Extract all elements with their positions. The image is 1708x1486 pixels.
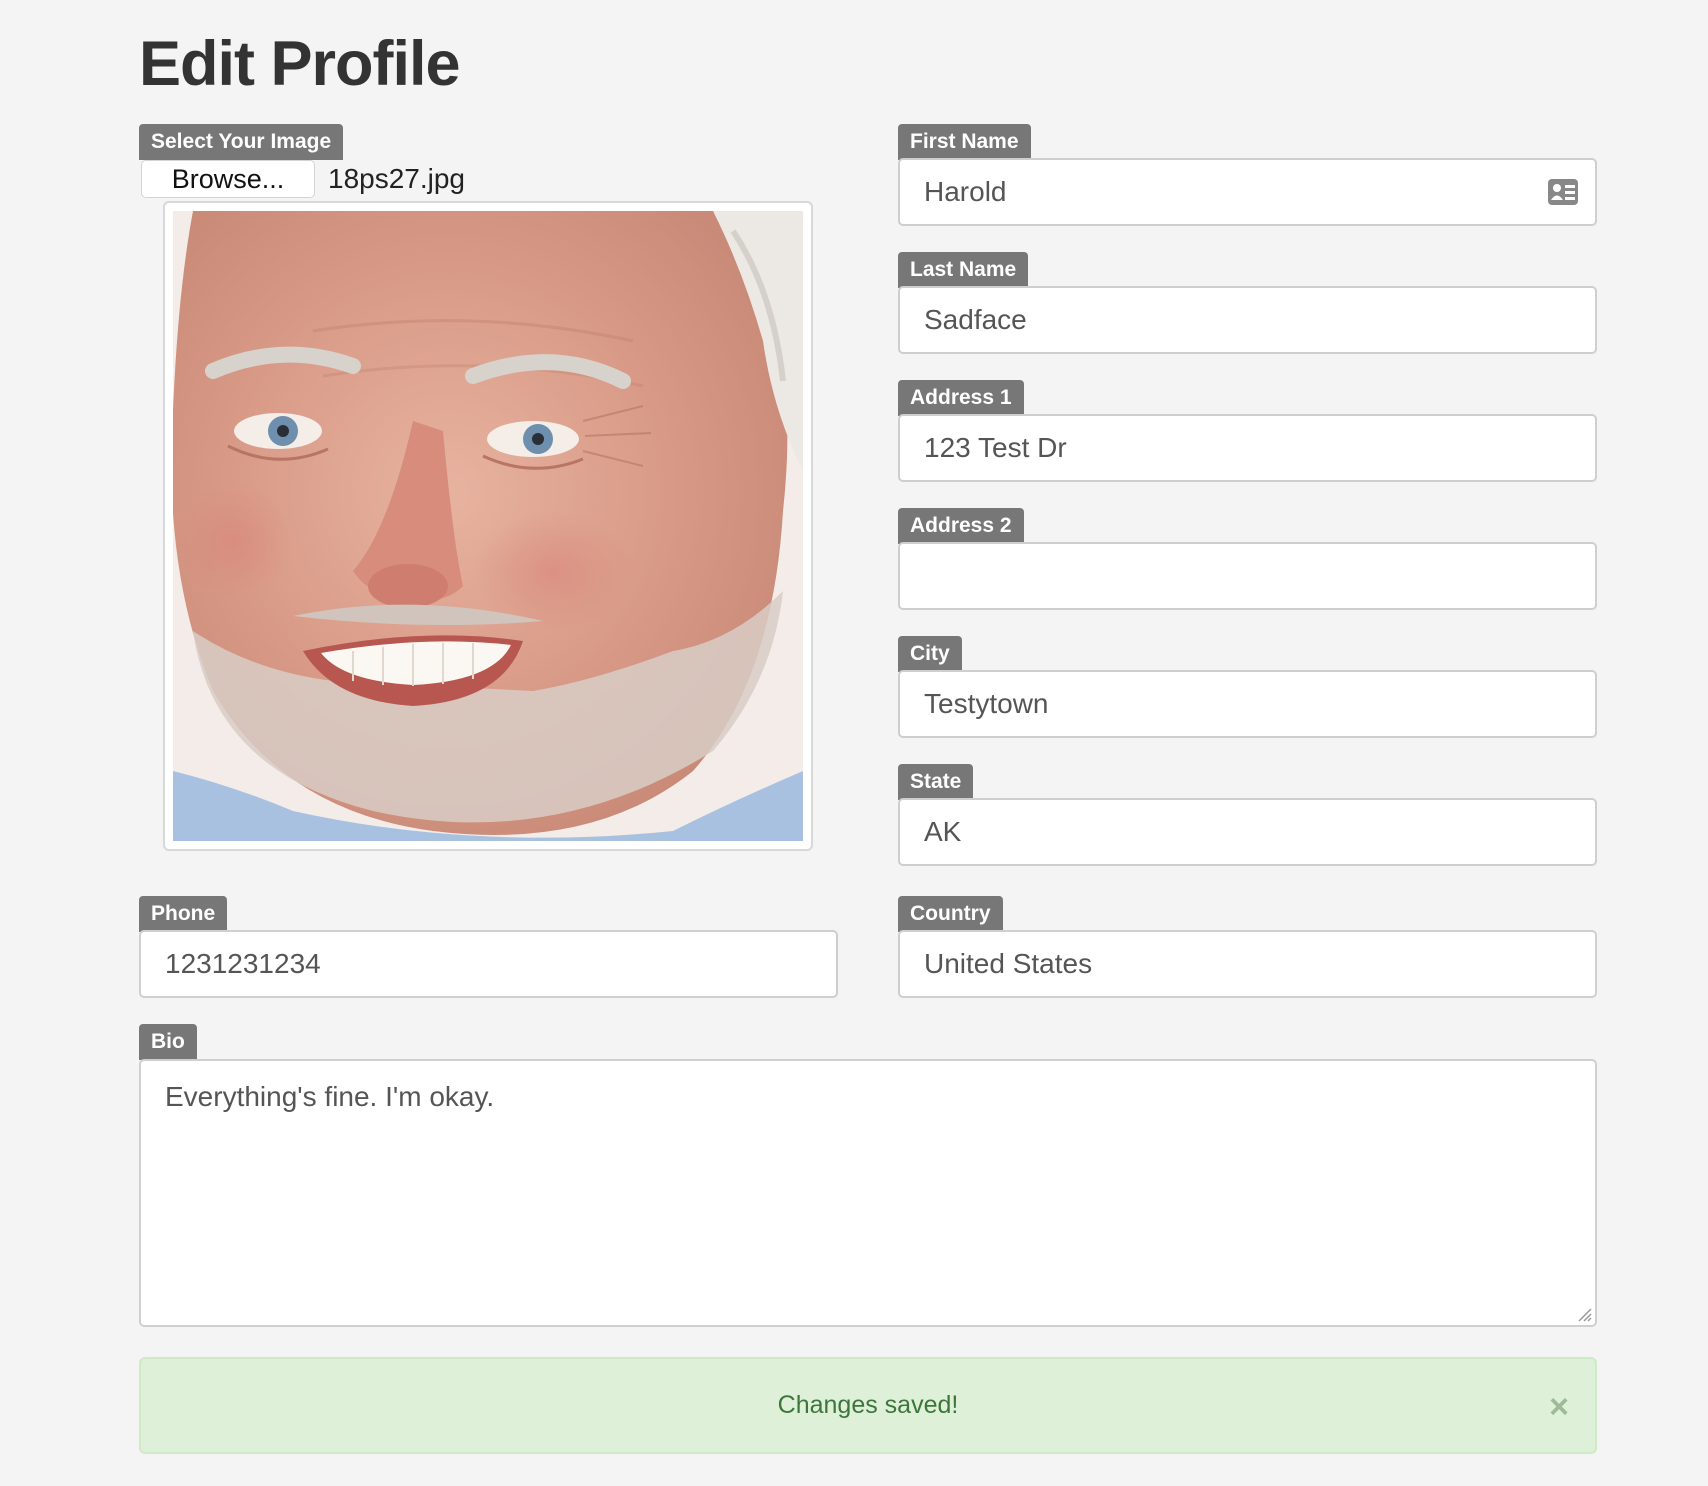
success-alert: Changes saved! ×: [139, 1357, 1597, 1454]
first-name-label: First Name: [898, 124, 1031, 160]
country-input[interactable]: United States: [898, 930, 1597, 998]
first-name-input[interactable]: Harold: [898, 158, 1597, 226]
bio-label: Bio: [139, 1024, 197, 1060]
address1-input[interactable]: 123 Test Dr: [898, 414, 1597, 482]
address2-input[interactable]: [898, 542, 1597, 610]
alert-message: Changes saved!: [777, 1391, 959, 1419]
edit-profile-page: Edit Profile Select Your Image Browse...…: [0, 0, 1708, 1486]
phone-input[interactable]: 1231231234: [139, 930, 838, 998]
country-label: Country: [898, 896, 1003, 932]
selected-file-name: 18ps27.jpg: [328, 163, 466, 194]
city-input[interactable]: Testytown: [898, 670, 1597, 738]
state-input[interactable]: AK: [898, 798, 1597, 866]
last-name-label: Last Name: [898, 252, 1029, 288]
profile-photo-image: [173, 211, 803, 841]
phone-label: Phone: [139, 896, 228, 932]
address1-label: Address 1: [898, 380, 1024, 416]
browse-button[interactable]: Browse...: [141, 160, 315, 198]
select-image-label: Select Your Image: [139, 124, 344, 160]
bio-value: Everything's fine. I'm okay.: [165, 1081, 495, 1112]
bio-textarea[interactable]: Everything's fine. I'm okay.: [139, 1059, 1597, 1327]
page-title: Edit Profile: [139, 29, 461, 99]
close-icon[interactable]: ×: [1549, 1359, 1569, 1456]
state-label: State: [898, 764, 974, 800]
resize-grip-icon[interactable]: [1573, 1303, 1593, 1323]
profile-photo: [163, 201, 813, 851]
city-label: City: [898, 636, 962, 672]
last-name-input[interactable]: Sadface: [898, 286, 1597, 354]
contact-card-icon: [1548, 179, 1578, 205]
first-name-value: Harold: [924, 176, 1007, 207]
address2-label: Address 2: [898, 508, 1024, 544]
